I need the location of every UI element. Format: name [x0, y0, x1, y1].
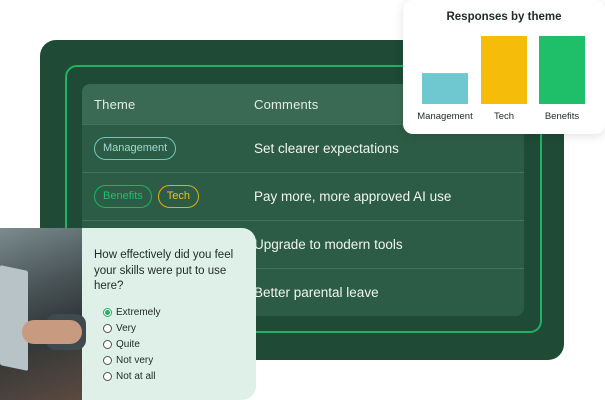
- radio-icon[interactable]: [103, 323, 112, 333]
- option-label: Not at all: [116, 370, 156, 382]
- comment-cell: Better parental leave: [254, 285, 379, 300]
- comment-cell: Pay more, more approved AI use: [254, 189, 452, 204]
- theme-cell: Benefits Tech: [82, 185, 254, 208]
- survey-option-quite[interactable]: Quite: [103, 336, 160, 352]
- radio-icon[interactable]: [103, 339, 112, 349]
- bar-tech: [481, 36, 527, 104]
- bar-management: [422, 73, 468, 104]
- column-header-theme: Theme: [94, 96, 136, 112]
- comment-cell: Set clearer expectations: [254, 141, 399, 156]
- tick-label-management: Management: [417, 111, 473, 122]
- radio-selected-icon[interactable]: [103, 307, 112, 317]
- theme-cell: Management: [82, 137, 254, 160]
- responses-chart-card: Responses by theme Management Tech Benefit…: [403, 0, 605, 134]
- responses-bar-chart: Management Tech Benefits: [417, 36, 585, 122]
- radio-icon[interactable]: [103, 371, 112, 381]
- tick-label-benefits: Benefits: [545, 111, 580, 122]
- survey-option-very[interactable]: Very: [103, 320, 160, 336]
- survey-option-extremely[interactable]: Extremely: [103, 304, 160, 320]
- theme-tag-management[interactable]: Management: [94, 137, 177, 160]
- hand-image: [22, 320, 82, 344]
- survey-question: How effectively did you feel your skills…: [94, 249, 234, 293]
- theme-tag-tech[interactable]: Tech: [157, 185, 199, 208]
- comment-cell: Upgrade to modern tools: [254, 237, 403, 252]
- table-row: Benefits Tech Pay more, more approved AI…: [82, 172, 524, 220]
- laptop-image: [0, 265, 28, 371]
- survey-option-not-very[interactable]: Not very: [103, 352, 160, 368]
- survey-options: Extremely Very Quite Not very Not at all: [103, 304, 160, 384]
- radio-icon[interactable]: [103, 355, 112, 365]
- theme-tag-benefits[interactable]: Benefits: [94, 185, 152, 208]
- survey-photo: [0, 228, 86, 400]
- option-label: Extremely: [116, 306, 161, 318]
- option-label: Quite: [116, 338, 140, 350]
- survey-card: How effectively did you feel your skills…: [0, 228, 256, 400]
- survey-option-not-at-all[interactable]: Not at all: [103, 368, 160, 384]
- option-label: Not very: [116, 354, 154, 366]
- option-label: Very: [116, 322, 137, 334]
- tick-label-tech: Tech: [494, 111, 514, 122]
- bar-benefits: [539, 36, 585, 104]
